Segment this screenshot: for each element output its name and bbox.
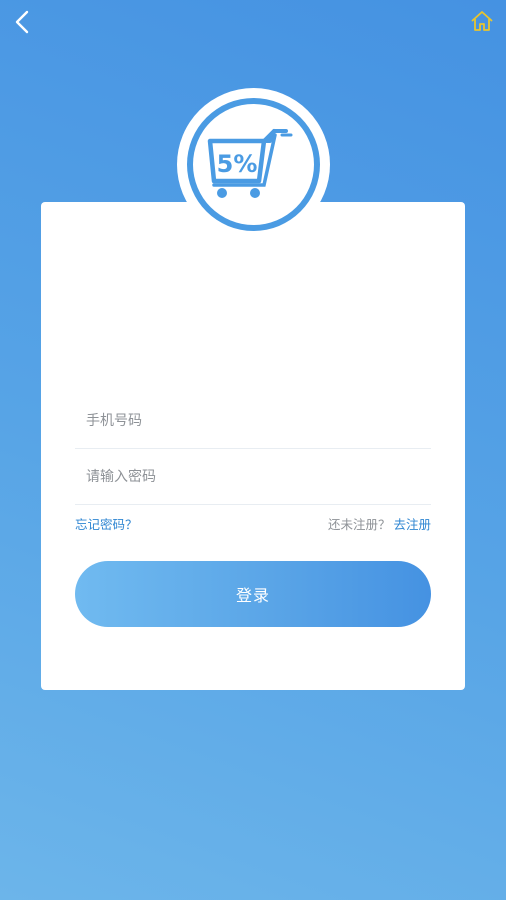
app-logo: 5% [177, 88, 330, 241]
password-field[interactable] [75, 449, 431, 505]
back-button[interactable] [8, 8, 36, 36]
logo-core: 5% [193, 104, 314, 225]
phone-input[interactable] [75, 393, 431, 448]
register-hint: 还未注册？ [327, 516, 391, 532]
forgot-password-link[interactable]: 忘记密码？ [75, 514, 138, 533]
logo-ring-inner: 5% [187, 98, 320, 231]
shopping-cart-icon: 5% [207, 128, 292, 198]
auth-links-row: 忘记密码？ 还未注册？ 去注册 [75, 514, 431, 532]
chevron-left-icon [15, 10, 29, 34]
phone-field[interactable] [75, 393, 431, 449]
register-link[interactable]: 去注册 [393, 514, 431, 533]
register-prompt: 还未注册？ 去注册 [328, 514, 431, 533]
login-card: 忘记密码？ 还未注册？ 去注册 登录 [41, 202, 465, 690]
logo-text: 5% [216, 150, 257, 178]
password-input[interactable] [75, 449, 431, 504]
login-button[interactable]: 登录 [75, 561, 431, 627]
home-icon [471, 11, 493, 31]
home-button[interactable] [468, 7, 496, 35]
